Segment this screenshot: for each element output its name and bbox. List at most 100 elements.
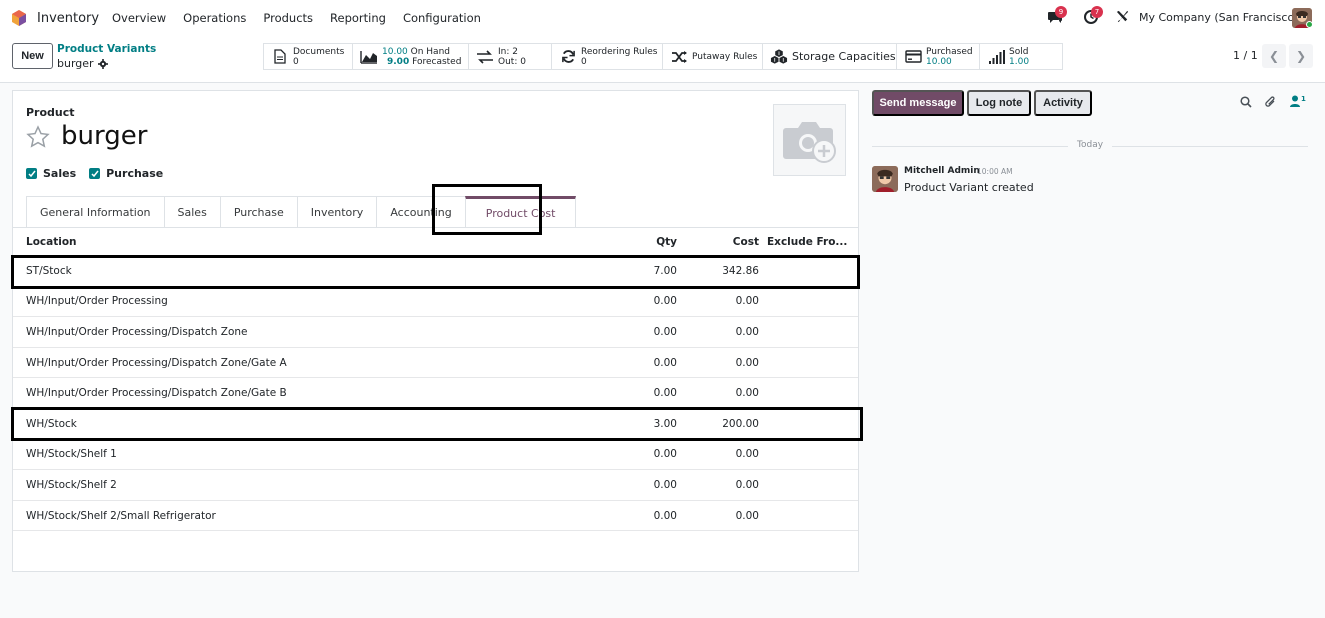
tab-accounting[interactable]: Accounting — [376, 196, 466, 228]
tab-purchase[interactable]: Purchase — [219, 196, 298, 228]
reordering-rules-label: Reordering Rules — [581, 46, 658, 57]
messages-button[interactable]: 9 — [1047, 6, 1067, 28]
tab-sales[interactable]: Sales — [163, 196, 221, 228]
table-row[interactable]: ST/Stock 7.00 342.86 — [13, 256, 858, 287]
cell-cost: 0.00 — [735, 448, 759, 461]
sold-value: 1.00 — [1009, 56, 1030, 67]
followers-button[interactable]: 1 — [1290, 95, 1306, 107]
breadcrumb-current-label: burger — [57, 57, 94, 70]
cell-qty: 0.00 — [653, 387, 677, 400]
tab-inventory[interactable]: Inventory — [296, 196, 378, 228]
product-name-field[interactable]: burger — [61, 121, 147, 151]
column-header-qty[interactable]: Qty — [593, 228, 677, 255]
forecast-label: Forecasted — [412, 56, 462, 67]
purchased-value: 10.00 — [926, 56, 952, 67]
cell-qty: 0.00 — [653, 356, 677, 369]
pager-next-button[interactable]: ❯ — [1289, 44, 1313, 68]
random-icon — [671, 50, 687, 63]
breadcrumb-product-variants[interactable]: Product Variants — [57, 43, 156, 55]
cell-qty: 0.00 — [653, 448, 677, 461]
paperclip-icon[interactable] — [1264, 96, 1277, 109]
column-header-location[interactable]: Location — [26, 228, 77, 255]
send-message-button[interactable]: Send message — [872, 90, 964, 116]
forecast-value: 9.00 — [387, 56, 410, 67]
table-row[interactable]: WH/Stock/Shelf 1 0.00 0.00 — [13, 440, 858, 471]
menu-configuration[interactable]: Configuration — [403, 11, 481, 25]
debug-tools-button[interactable] — [1115, 9, 1130, 27]
tab-general-information[interactable]: General Information — [26, 196, 165, 228]
cell-location: WH/Input/Order Processing/Dispatch Zone — [26, 325, 248, 338]
cell-cost: 200.00 — [722, 417, 759, 430]
top-navbar: Inventory Overview Operations Products R… — [0, 0, 1325, 36]
company-switcher[interactable]: My Company (San Francisco) — [1139, 11, 1298, 24]
moves-smart-button[interactable]: In: 2 Out: 0 — [468, 43, 552, 70]
followers-count: 1 — [1301, 95, 1306, 103]
table-row[interactable]: WH/Input/Order Processing/Dispatch Zone/… — [13, 378, 858, 409]
file-icon — [274, 49, 286, 64]
activity-button[interactable]: Activity — [1034, 90, 1092, 116]
log-note-button[interactable]: Log note — [967, 90, 1031, 116]
product-field-label: Product — [26, 106, 75, 119]
on-hand-label: On Hand — [410, 46, 450, 57]
storage-capacities-smart-button[interactable]: Storage Capacities — [762, 43, 897, 70]
sales-checkbox[interactable] — [26, 168, 37, 179]
app-name[interactable]: Inventory — [37, 11, 99, 26]
purchased-smart-button[interactable]: Purchased 10.00 — [896, 43, 980, 70]
tab-product-cost[interactable]: Product Cost — [464, 196, 577, 228]
camera-plus-icon — [782, 122, 836, 163]
message-author[interactable]: Mitchell Admin — [904, 166, 980, 176]
column-header-cost[interactable]: Cost — [677, 228, 759, 255]
menu-operations[interactable]: Operations — [183, 11, 246, 25]
pager-previous-button[interactable]: ❮ — [1262, 44, 1286, 68]
activities-button[interactable]: 7 — [1083, 6, 1103, 28]
pager-value[interactable]: 1 / 1 — [1233, 49, 1258, 62]
form-tabs: General Information Sales Purchase Inven… — [26, 196, 577, 228]
storage-capacities-label: Storage Capacities — [792, 49, 896, 63]
star-icon[interactable] — [26, 125, 50, 149]
exchange-icon — [477, 49, 493, 64]
product-options: Sales Purchase — [26, 167, 176, 180]
search-icon[interactable] — [1240, 96, 1252, 108]
putaway-rules-smart-button[interactable]: Putaway Rules — [662, 43, 763, 70]
gear-icon[interactable] — [97, 58, 108, 69]
table-row[interactable]: WH/Stock/Shelf 2 0.00 0.00 — [13, 470, 858, 501]
refresh-icon — [561, 50, 575, 63]
area-chart-icon — [360, 50, 377, 64]
signal-icon — [988, 49, 1005, 64]
table-row[interactable]: WH/Stock 3.00 200.00 — [13, 409, 858, 440]
documents-count: 0 — [293, 56, 299, 67]
control-panel: New Product Variants burger Documents 0 1… — [0, 36, 1325, 83]
menu-overview[interactable]: Overview — [112, 11, 166, 25]
purchase-checkbox[interactable] — [89, 168, 101, 179]
menu-products[interactable]: Products — [263, 11, 313, 25]
sold-smart-button[interactable]: Sold 1.00 — [979, 43, 1063, 70]
sales-checkbox-label: Sales — [43, 167, 77, 180]
cell-location: WH/Stock — [26, 417, 77, 430]
checkmark-icon — [27, 170, 36, 177]
cell-cost: 342.86 — [722, 264, 759, 277]
table-header-row: Location Qty Cost Exclude Fro... — [13, 228, 858, 256]
inventory-app-icon[interactable] — [11, 10, 27, 26]
column-header-exclude[interactable]: Exclude Fro... — [767, 228, 847, 255]
moves-out: Out: 0 — [498, 56, 526, 67]
menu-reporting[interactable]: Reporting — [330, 11, 386, 25]
cell-cost: 0.00 — [735, 387, 759, 400]
documents-smart-button[interactable]: Documents 0 — [263, 43, 353, 70]
product-image-upload[interactable] — [773, 104, 846, 176]
reordering-rules-smart-button[interactable]: Reordering Rules 0 — [551, 43, 663, 70]
table-row[interactable]: WH/Stock/Shelf 2/Small Refrigerator 0.00… — [13, 501, 858, 532]
message-author-avatar[interactable] — [872, 166, 898, 192]
cell-location: WH/Input/Order Processing/Dispatch Zone/… — [26, 356, 287, 369]
cell-qty: 0.00 — [653, 325, 677, 338]
user-icon — [1290, 95, 1300, 107]
table-row[interactable]: WH/Input/Order Processing/Dispatch Zone/… — [13, 348, 858, 379]
cell-qty: 0.00 — [653, 478, 677, 491]
purchase-checkbox-label: Purchase — [106, 167, 164, 180]
on-hand-smart-button[interactable]: 10.00 On Hand 9.00 Forecasted — [352, 43, 469, 70]
new-button[interactable]: New — [12, 43, 53, 69]
table-row[interactable]: WH/Input/Order Processing/Dispatch Zone … — [13, 317, 858, 348]
cell-location: ST/Stock — [26, 264, 72, 277]
table-row[interactable]: WH/Input/Order Processing 0.00 0.00 — [13, 287, 858, 318]
message-body: Product Variant created — [904, 181, 1034, 194]
activities-badge: 7 — [1091, 6, 1103, 18]
